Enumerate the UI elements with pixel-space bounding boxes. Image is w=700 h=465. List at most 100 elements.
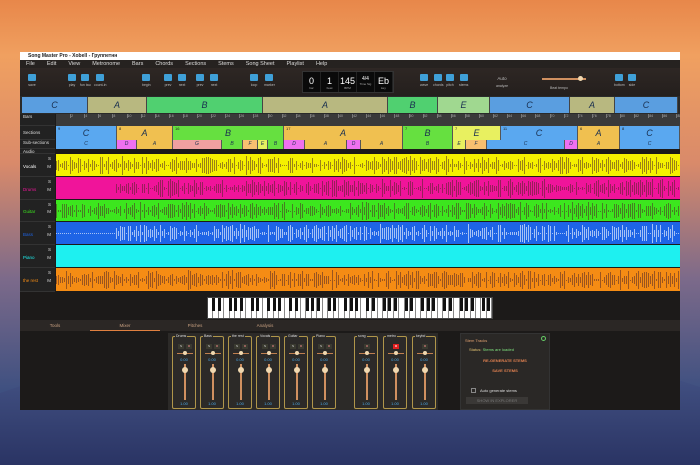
next-section-button[interactable]: next — [178, 74, 186, 87]
menu-file[interactable]: File — [26, 60, 35, 68]
menu-sections[interactable]: Sections — [185, 60, 206, 68]
pan-slider[interactable] — [417, 351, 433, 355]
mute-button[interactable]: M — [364, 344, 370, 349]
next-bar-button[interactable]: next — [210, 74, 218, 87]
pan-knob[interactable] — [183, 351, 187, 355]
overview-section[interactable]: C — [22, 97, 88, 113]
pan-slider[interactable] — [177, 351, 193, 355]
subsection-block[interactable]: B — [268, 140, 284, 149]
mute-button[interactable]: M — [422, 344, 428, 349]
section-block[interactable]: A 17 — [284, 126, 403, 140]
save-button[interactable]: save — [28, 74, 36, 87]
mute-button[interactable]: M — [47, 164, 51, 169]
wave-view-button[interactable]: wave — [420, 74, 428, 87]
menu-chords[interactable]: Chords — [155, 60, 173, 68]
stems-view-button[interactable]: stems — [459, 74, 468, 87]
section-block[interactable]: A8 — [117, 126, 173, 140]
fun-button[interactable]: fun tau — [80, 74, 91, 87]
overview-section[interactable]: A — [263, 97, 388, 113]
begin-button[interactable]: begin — [142, 74, 151, 87]
subsection-block[interactable]: A — [361, 140, 403, 149]
fader-knob[interactable] — [210, 367, 216, 373]
solo-button[interactable]: S — [318, 344, 324, 349]
solo-button[interactable]: S — [48, 179, 51, 184]
fader-knob[interactable] — [182, 367, 188, 373]
pitch-view-button[interactable]: pitch — [446, 74, 454, 87]
subsection-block[interactable]: A — [305, 140, 347, 149]
mute-button[interactable]: M — [47, 232, 51, 237]
menu-song-sheet[interactable]: Song Sheet — [246, 60, 275, 68]
solo-button[interactable]: S — [206, 344, 212, 349]
bottom-panel-button[interactable]: bottom — [614, 74, 625, 87]
overview-section[interactable]: A — [88, 97, 147, 113]
pan-slider[interactable] — [289, 351, 305, 355]
mute-button[interactable]: M — [47, 187, 51, 192]
overview-section[interactable]: A — [570, 97, 615, 113]
white-key[interactable] — [487, 298, 493, 318]
mute-button[interactable]: M — [298, 344, 304, 349]
section-block[interactable]: C9 — [56, 126, 117, 140]
volume-fader[interactable] — [422, 364, 428, 400]
analyze-button[interactable]: Auto analyze — [496, 76, 508, 88]
subsection-block[interactable]: B — [222, 140, 243, 149]
save-stems-button[interactable]: SAVE STEMS — [461, 368, 549, 373]
pan-slider[interactable] — [317, 351, 333, 355]
prev-bar-button[interactable]: prev — [196, 74, 204, 87]
track-lane[interactable] — [56, 154, 680, 176]
chords-view-button[interactable]: chords — [433, 74, 444, 87]
pan-knob[interactable] — [239, 351, 243, 355]
solo-button[interactable]: S — [48, 156, 51, 161]
pan-knob[interactable] — [394, 351, 398, 355]
menu-view[interactable]: View — [68, 60, 80, 68]
tab-analysis[interactable]: Analysis — [230, 320, 300, 331]
volume-fader[interactable] — [210, 364, 216, 400]
loop-button[interactable]: loop — [250, 74, 258, 87]
mute-button[interactable]: M — [393, 344, 399, 349]
volume-fader[interactable] — [322, 364, 328, 400]
mute-button[interactable]: M — [214, 344, 220, 349]
subsection-block[interactable]: G — [173, 140, 222, 149]
subsection-block[interactable]: C — [620, 140, 680, 149]
mute-button[interactable]: M — [242, 344, 248, 349]
menu-playlist[interactable]: Playlist — [287, 60, 304, 68]
overview-section[interactable]: B — [147, 97, 263, 113]
fader-knob[interactable] — [266, 367, 272, 373]
solo-button[interactable]: S — [48, 270, 51, 275]
solo-button[interactable]: S — [48, 224, 51, 229]
menu-edit[interactable]: Edit — [47, 60, 56, 68]
tab-pitches[interactable]: Pitches — [160, 320, 230, 331]
show-in-explorer-button[interactable]: SHOW IN EXPLORER — [466, 397, 528, 404]
overview-section[interactable]: C — [490, 97, 570, 113]
count-in-button[interactable]: count-in — [94, 74, 106, 87]
pan-knob[interactable] — [295, 351, 299, 355]
subsection-block[interactable]: A — [578, 140, 620, 149]
pan-knob[interactable] — [423, 351, 427, 355]
fader-knob[interactable] — [393, 367, 399, 373]
fader-knob[interactable] — [322, 367, 328, 373]
section-block[interactable]: A6 — [578, 126, 620, 140]
fader-knob[interactable] — [422, 367, 428, 373]
track-lane[interactable] — [56, 245, 680, 267]
auto-generate-checkbox[interactable]: Auto generate stems — [471, 388, 517, 393]
solo-button[interactable]: S — [234, 344, 240, 349]
overview-section[interactable]: B — [388, 97, 438, 113]
subsection-block[interactable]: E — [258, 140, 268, 149]
volume-fader[interactable] — [238, 364, 244, 400]
solo-button[interactable]: S — [48, 202, 51, 207]
menu-metronome[interactable]: Metronome — [92, 60, 120, 68]
fader-knob[interactable] — [364, 367, 370, 373]
subsection-block[interactable]: F — [466, 140, 487, 149]
subsection-block[interactable]: D — [284, 140, 305, 149]
pan-knob[interactable] — [365, 351, 369, 355]
prev-section-button[interactable]: prev — [164, 74, 172, 87]
section-block[interactable]: B7 — [403, 126, 453, 140]
volume-fader[interactable] — [294, 364, 300, 400]
side-panel-button[interactable]: side — [628, 74, 636, 87]
checkbox[interactable] — [471, 388, 476, 393]
mute-button[interactable]: M — [47, 209, 51, 214]
solo-button[interactable]: S — [262, 344, 268, 349]
volume-fader[interactable] — [364, 364, 370, 400]
subsection-block[interactable]: D — [347, 140, 361, 149]
subsection-block[interactable]: C — [56, 140, 117, 149]
track-lane[interactable] — [56, 200, 680, 221]
